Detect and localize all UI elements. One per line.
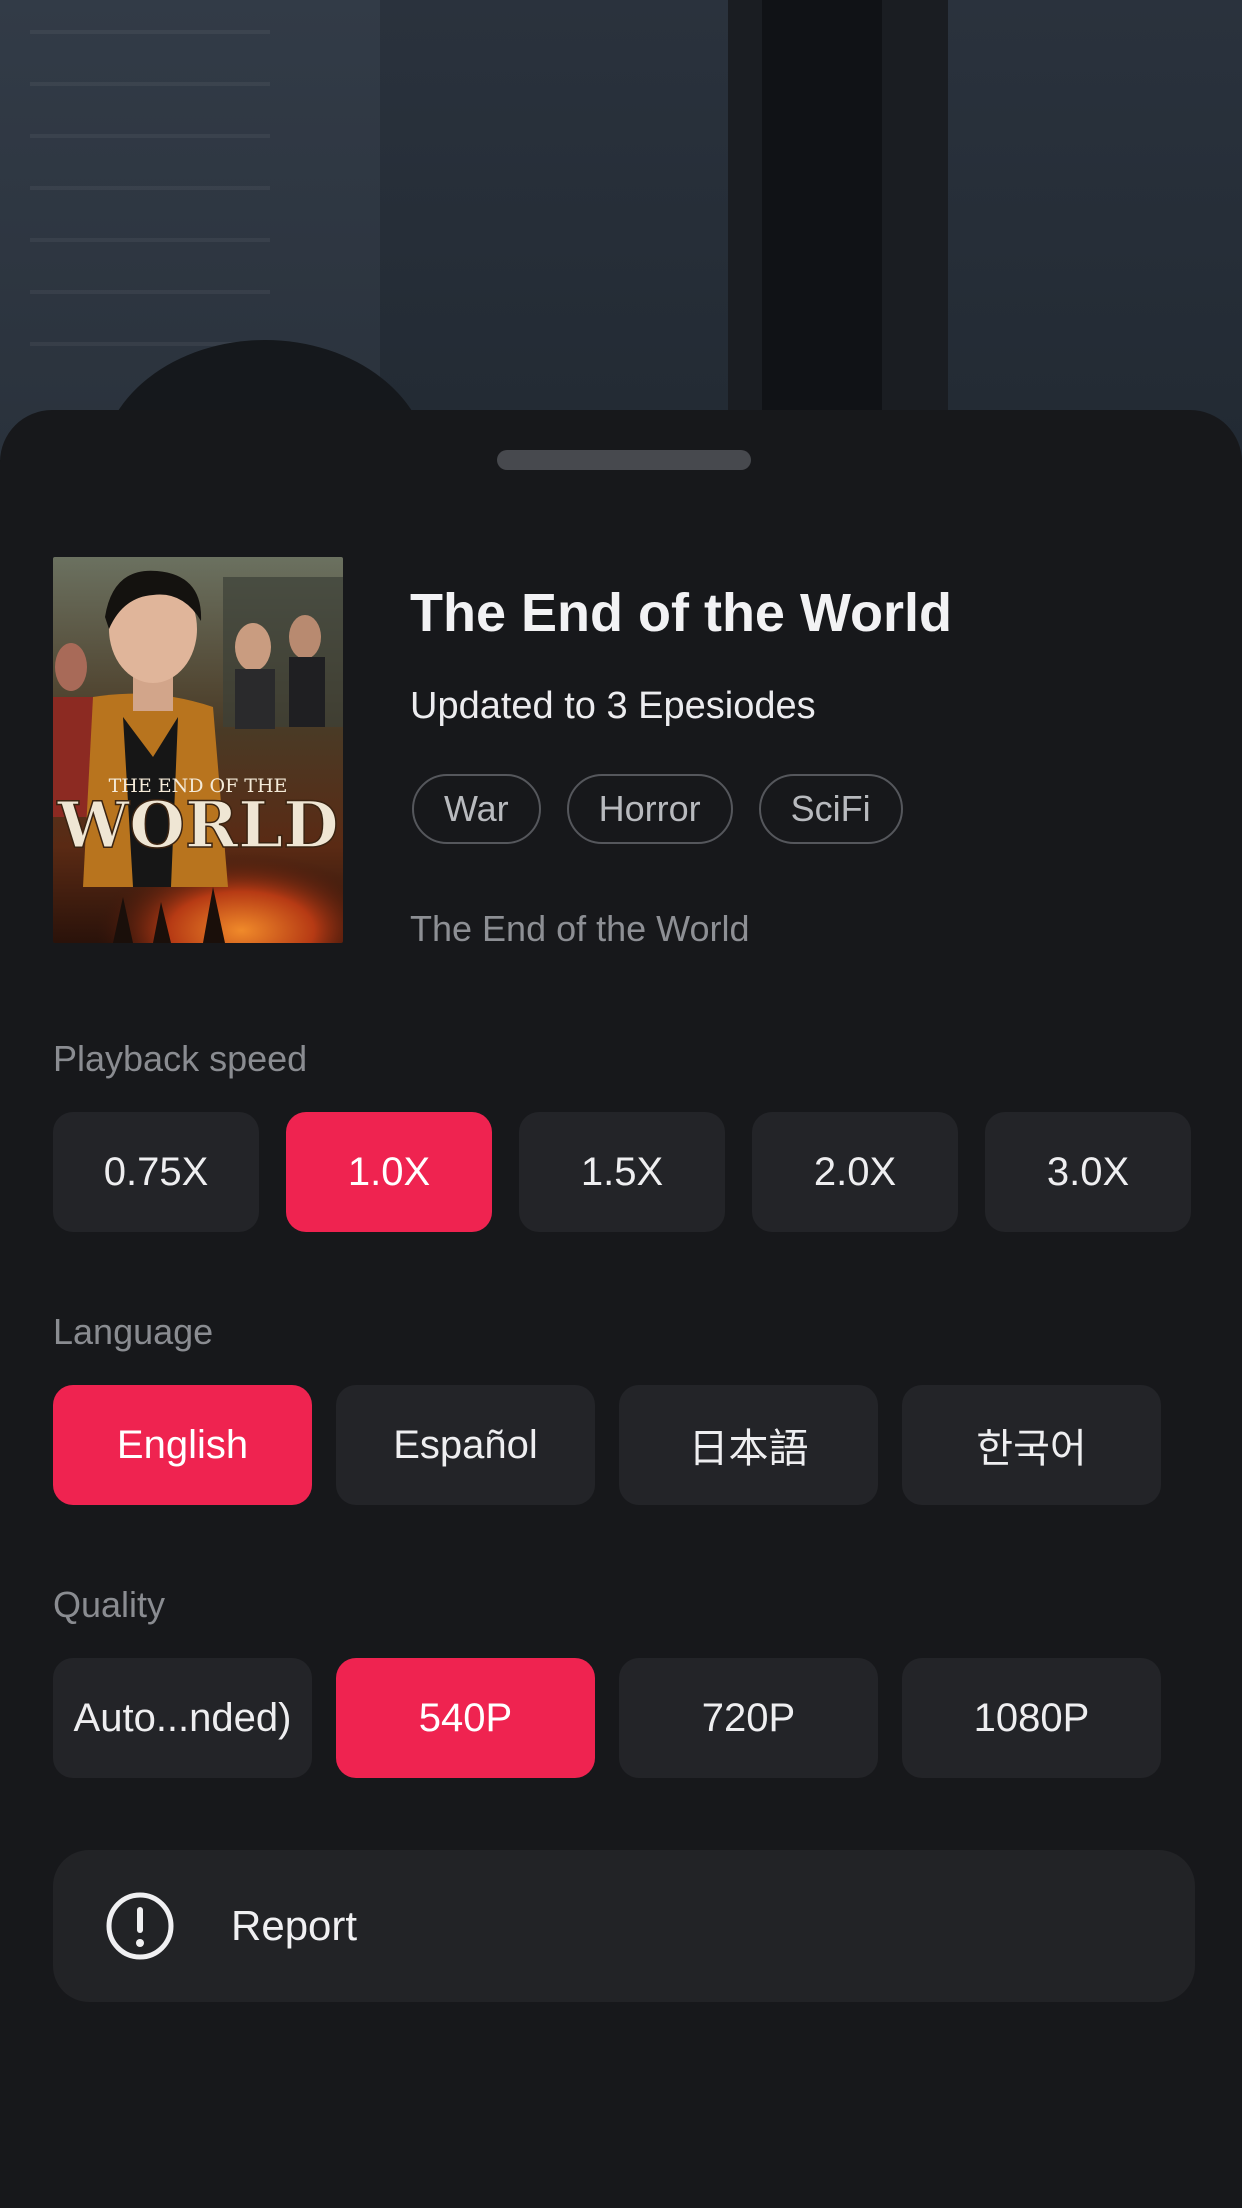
speed-option-3-0x[interactable]: 3.0X bbox=[985, 1112, 1191, 1232]
quality-option-auto[interactable]: Auto...nded) bbox=[53, 1658, 312, 1778]
speed-option-1-5x[interactable]: 1.5X bbox=[519, 1112, 725, 1232]
quality-label: Quality bbox=[53, 1584, 166, 1625]
settings-sheet: THE END OF THE WORLD The End of the Worl… bbox=[0, 410, 1242, 2208]
language-option-espanol[interactable]: Español bbox=[336, 1385, 595, 1505]
show-title: The End of the World bbox=[410, 583, 952, 643]
language-option-korean[interactable]: 한국어 bbox=[902, 1385, 1161, 1505]
poster-image: THE END OF THE WORLD bbox=[53, 557, 343, 943]
speed-option-1-0x[interactable]: 1.0X bbox=[286, 1112, 492, 1232]
alert-circle-icon bbox=[106, 1892, 174, 1960]
language-options: English Español 日本語 한국어 bbox=[53, 1385, 1185, 1505]
report-label: Report bbox=[231, 1902, 358, 1949]
poster-title-line2: WORLD bbox=[56, 788, 338, 863]
playback-speed-options: 0.75X 1.0X 1.5X 2.0X 3.0X bbox=[53, 1112, 1191, 1232]
speed-option-0-75x[interactable]: 0.75X bbox=[53, 1112, 259, 1232]
quality-option-1080p[interactable]: 1080P bbox=[902, 1658, 1161, 1778]
language-label: Language bbox=[53, 1311, 214, 1352]
tag-war[interactable]: War bbox=[412, 774, 541, 844]
language-option-english[interactable]: English bbox=[53, 1385, 312, 1505]
drag-handle[interactable] bbox=[497, 450, 751, 470]
tag-scifi[interactable]: SciFi bbox=[758, 774, 903, 844]
show-description: The End of the World bbox=[410, 908, 750, 949]
tag-horror[interactable]: Horror bbox=[566, 774, 733, 844]
playback-speed-label: Playback speed bbox=[53, 1038, 308, 1079]
report-button[interactable]: Report bbox=[53, 1850, 1195, 2002]
episode-status: Updated to 3 Epesiodes bbox=[410, 685, 816, 727]
quality-option-540p[interactable]: 540P bbox=[336, 1658, 595, 1778]
language-option-japanese[interactable]: 日本語 bbox=[619, 1385, 878, 1505]
genre-tags: War Horror SciFi bbox=[412, 774, 903, 844]
speed-option-2-0x[interactable]: 2.0X bbox=[752, 1112, 958, 1232]
video-backdrop bbox=[0, 0, 1242, 460]
quality-options: Auto...nded) 540P 720P 1080P bbox=[53, 1658, 1185, 1778]
quality-option-720p[interactable]: 720P bbox=[619, 1658, 878, 1778]
